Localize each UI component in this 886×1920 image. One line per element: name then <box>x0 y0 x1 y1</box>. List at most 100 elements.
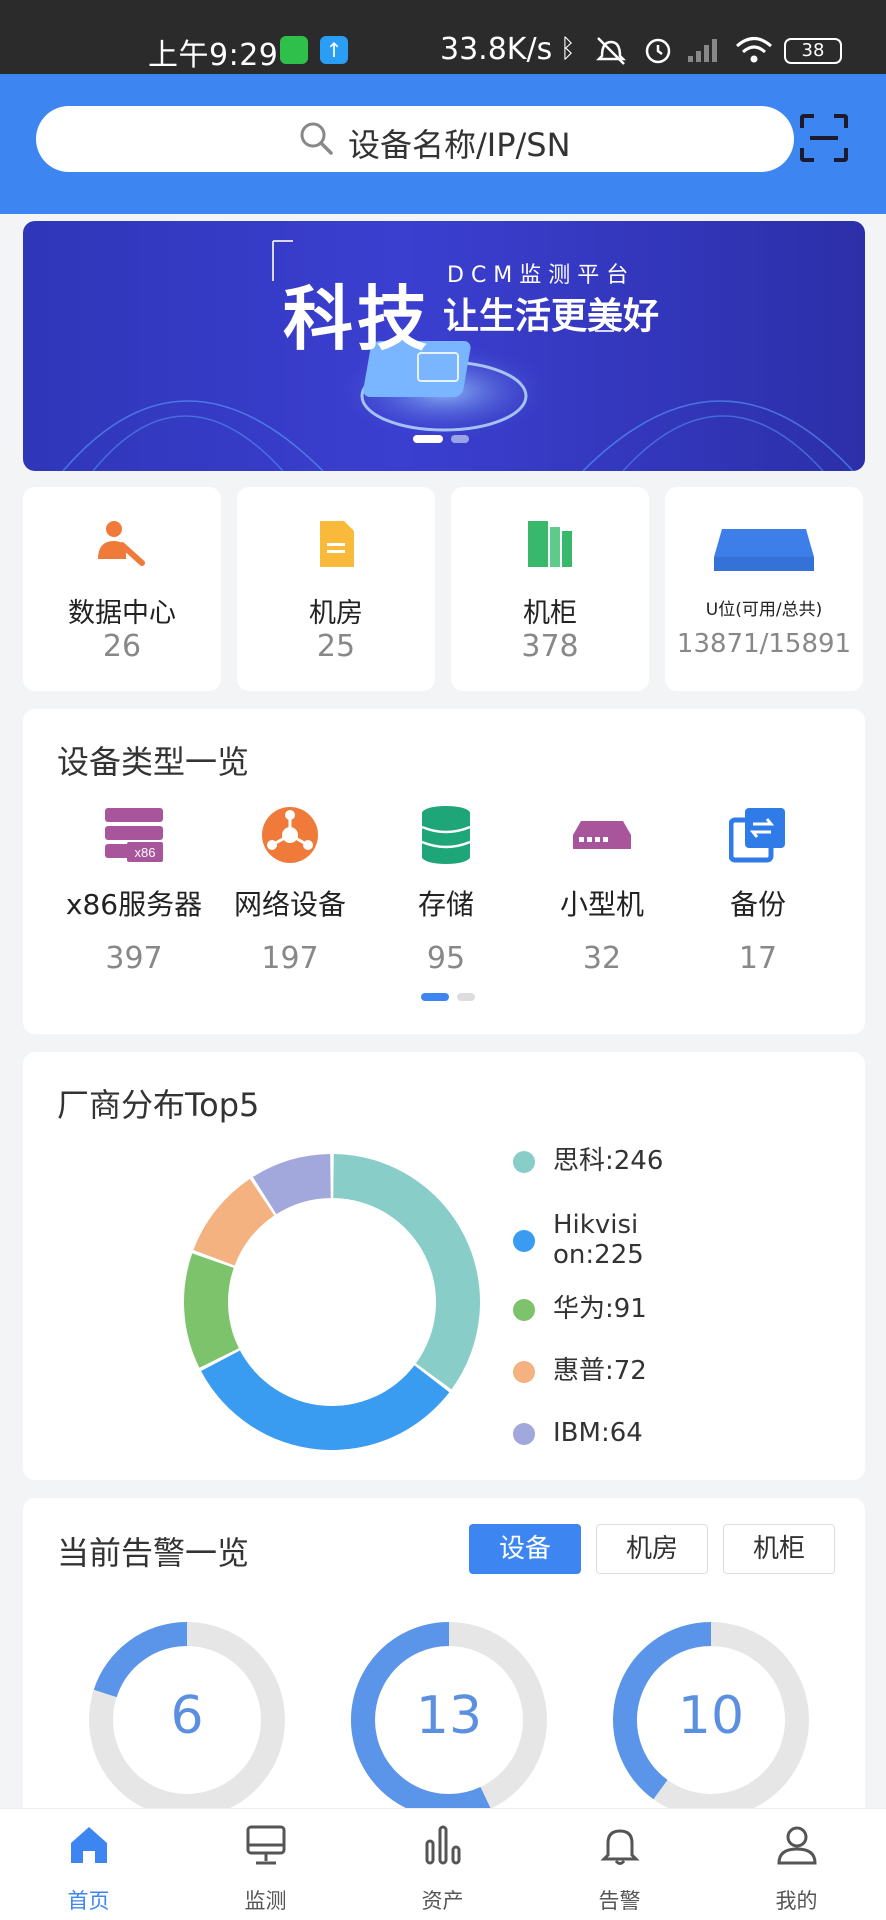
banner-page-indicator <box>451 435 469 443</box>
device-type-value: 95 <box>426 941 466 976</box>
legend-label-cont: on:225 <box>553 1240 644 1270</box>
device-type-minicomputer[interactable]: 小型机 32 <box>527 805 677 976</box>
donut-slice-0 <box>333 1154 480 1390</box>
mute-icon <box>595 37 627 65</box>
legend-cisco: 思科:246 <box>513 1146 664 1176</box>
device-type-value: 32 <box>582 941 622 976</box>
scan-icon[interactable] <box>800 114 848 162</box>
banner-graphic <box>62 240 854 471</box>
device-type-value: 197 <box>261 941 319 976</box>
stat-label: 机柜 <box>523 598 577 629</box>
network-speed: 33.8K/s <box>440 32 553 67</box>
ring-progress <box>93 1622 188 1698</box>
device-type-backup[interactable]: 备份 17 <box>683 805 833 976</box>
device-types-card: 设备类型一览 x86 x86服务器 397 网络设备 197 存储 95 小型机… <box>23 709 865 1034</box>
vendor-distribution-card: 厂商分布Top5 思科:246 Hikvisi on:225 华为:91 惠普:… <box>23 1052 865 1480</box>
alarm-icon <box>645 38 671 64</box>
device-type-label: 存储 <box>417 888 474 921</box>
x86-server-icon: x86 <box>105 808 163 862</box>
tab-device[interactable]: 设备 <box>469 1524 581 1574</box>
stat-value: 25 <box>316 629 356 664</box>
alarm-count: 10 <box>677 1686 745 1746</box>
battery-icon: 38 <box>784 38 842 64</box>
upload-icon: ↑ <box>320 36 348 64</box>
nav-label: 监测 <box>244 1889 287 1913</box>
legend-label: 思科:246 <box>553 1146 664 1176</box>
device-type-x86[interactable]: x86 x86服务器 397 <box>59 805 209 976</box>
stat-card-cabinet[interactable]: 机柜 378 <box>451 487 649 691</box>
stat-card-datacenter[interactable]: 数据中心 26 <box>23 487 221 691</box>
nav-label: 首页 <box>67 1889 110 1913</box>
room-icon <box>320 521 354 567</box>
search-icon <box>300 122 333 155</box>
stat-label: 机房 <box>309 598 363 629</box>
tab-room[interactable]: 机房 <box>596 1524 708 1574</box>
donut-slice-3 <box>193 1178 275 1266</box>
bottom-nav: 首页 监测 资产 告警 我的 <box>0 1808 886 1920</box>
donut-slice-1 <box>201 1350 450 1450</box>
network-device-icon <box>262 807 318 863</box>
nav-label: 资产 <box>421 1889 464 1913</box>
signal-icon <box>688 39 717 62</box>
donut-slice-2 <box>184 1253 239 1368</box>
header: 设备名称/IP/SN <box>0 74 886 214</box>
storage-icon <box>421 806 471 864</box>
device-type-value: 397 <box>105 941 163 976</box>
banner-subtitle-top: DCM监测平台 <box>447 263 636 288</box>
alarms-card: 当前告警一览 设备 机房 机柜 6 13 10 <box>23 1498 865 1828</box>
legend-label: Hikvisi <box>553 1210 639 1240</box>
wechat-icon <box>280 36 308 64</box>
legend-huawei: 华为:91 <box>513 1294 647 1324</box>
alarm-count: 6 <box>170 1686 204 1746</box>
promo-banner[interactable]: 科技 DCM监测平台 让生活更美好 <box>23 221 865 471</box>
legend-dot <box>513 1423 535 1445</box>
tab-cabinet[interactable]: 机柜 <box>723 1524 835 1574</box>
legend-dot <box>513 1151 535 1173</box>
legend-label: IBM:64 <box>553 1418 643 1448</box>
x86-badge: x86 <box>135 845 156 860</box>
pager-dot-active <box>421 993 449 1001</box>
nav-label: 告警 <box>598 1889 641 1913</box>
search-placeholder: 设备名称/IP/SN <box>348 126 571 164</box>
stat-value: 13871/15891 <box>676 629 852 659</box>
stat-value: 378 <box>521 629 579 664</box>
minicomputer-icon <box>573 821 631 849</box>
banner-subtitle-bottom: 让生活更美好 <box>443 296 660 337</box>
banner-page-indicator-active <box>413 435 443 443</box>
nav-label: 我的 <box>775 1889 818 1913</box>
stat-card-room[interactable]: 机房 25 <box>237 487 435 691</box>
banner-title: 科技 <box>283 278 431 360</box>
device-type-value: 17 <box>738 941 778 976</box>
nav-monitor[interactable]: 监测 <box>177 1809 354 1920</box>
stat-card-u-slot[interactable]: U位(可用/总共) 13871/15891 <box>665 487 863 691</box>
monitor-icon <box>246 1825 285 1865</box>
legend-dot <box>513 1230 535 1252</box>
nav-profile[interactable]: 我的 <box>708 1809 885 1920</box>
user-icon <box>776 1826 817 1865</box>
device-type-label: 小型机 <box>559 888 644 921</box>
stat-value: 26 <box>102 629 142 664</box>
backup-icon <box>729 808 785 863</box>
legend-dot <box>513 1361 535 1383</box>
device-type-network[interactable]: 网络设备 197 <box>215 805 365 976</box>
section-title: 当前告警一览 <box>57 1534 250 1572</box>
wifi-icon <box>736 37 772 63</box>
search-input[interactable]: 设备名称/IP/SN <box>36 106 794 172</box>
legend-label: 惠普:72 <box>553 1356 647 1386</box>
device-type-storage[interactable]: 存储 95 <box>371 805 521 976</box>
status-bar: 上午9:29 ↑ 33.8K/s ᛒ 38 <box>0 0 886 74</box>
nav-alarms[interactable]: 告警 <box>531 1809 708 1920</box>
legend-label: 华为:91 <box>553 1294 647 1324</box>
cabinet-icon <box>528 521 572 567</box>
nav-assets[interactable]: 资产 <box>354 1809 531 1920</box>
section-title: 设备类型一览 <box>57 743 250 781</box>
legend-hikvision: Hikvisi on:225 <box>513 1210 644 1270</box>
device-type-label: x86服务器 <box>65 888 203 921</box>
nav-home[interactable]: 首页 <box>0 1809 177 1920</box>
device-type-label: 网络设备 <box>233 888 346 921</box>
datacenter-icon <box>98 521 145 566</box>
assets-icon <box>425 1825 460 1865</box>
bell-icon <box>599 1829 640 1865</box>
home-icon <box>70 1827 107 1863</box>
bluetooth-icon: ᛒ <box>560 34 576 64</box>
